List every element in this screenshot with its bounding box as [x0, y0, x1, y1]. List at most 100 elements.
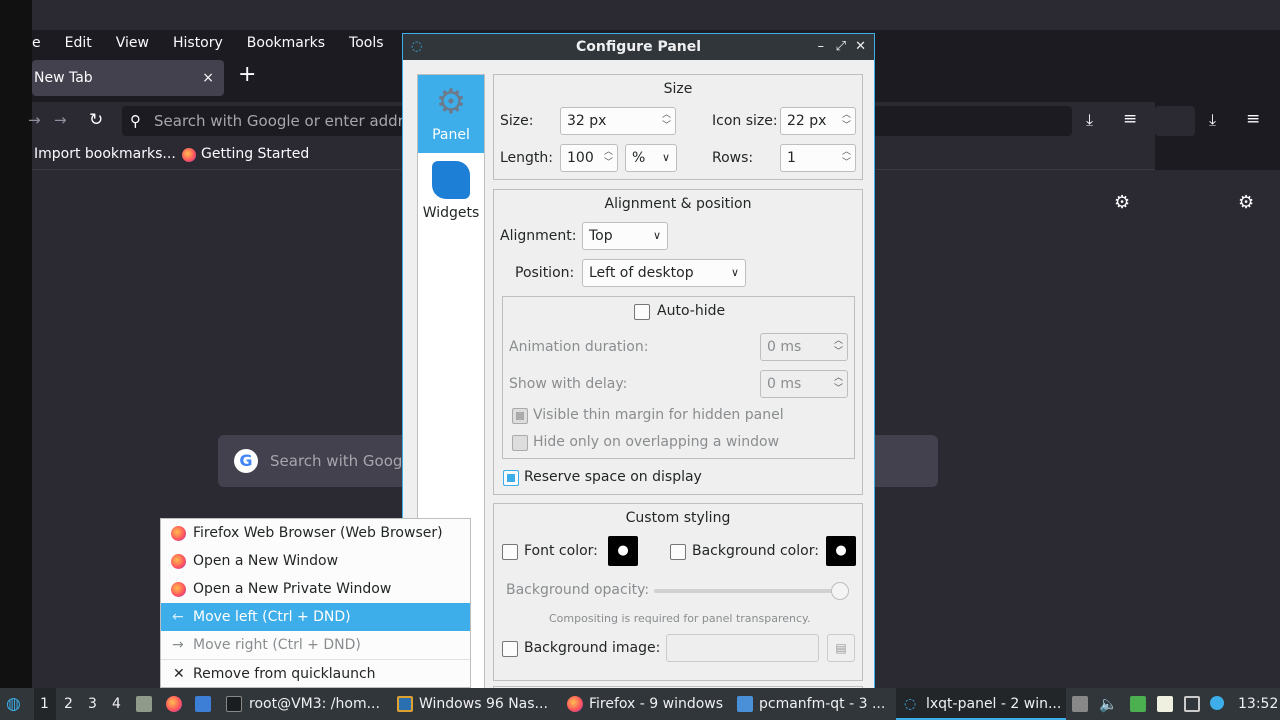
menu-tools[interactable]: Tools	[337, 30, 396, 56]
lxqt-logo-icon[interactable]: ◍	[6, 688, 21, 720]
spin-arrows-icon[interactable]: ︿ ﹀	[842, 147, 851, 169]
spin-arrows-icon[interactable]: ︿ ﹀	[604, 147, 613, 169]
menu-edit[interactable]: Edit	[53, 30, 104, 56]
quicklaunch-context-menu: Firefox Web Browser (Web Browser) Open a…	[160, 518, 471, 688]
compositing-note: Compositing is required for panel transp…	[549, 612, 811, 625]
length-unit-combo[interactable]: % ∨	[625, 144, 677, 172]
alignment-combo[interactable]: Top ∨	[582, 222, 668, 250]
menu-item-label: Open a New Private Window	[193, 581, 392, 597]
minimize-icon[interactable]: –	[818, 34, 825, 60]
menu-item-new-private-window[interactable]: Open a New Private Window	[161, 575, 470, 603]
task-pcmanfm[interactable]: pcmanfm-qt - 3 ...	[759, 688, 885, 720]
notification-icon[interactable]	[1210, 696, 1224, 710]
spin-arrows-icon[interactable]: ︿ ﹀	[834, 373, 843, 395]
back-arrow-icon[interactable]: →	[28, 111, 41, 129]
firefox-icon	[171, 582, 186, 597]
newtab-search-placeholder: Search with Googl	[270, 452, 407, 470]
folder-browse-icon[interactable]: ▤	[827, 634, 855, 662]
font-color-dropper-icon[interactable]: ●	[608, 536, 638, 566]
desktop-switch-3[interactable]: 3	[88, 688, 97, 720]
tab-close-button[interactable]: ×	[202, 60, 214, 96]
folder-icon	[737, 696, 753, 712]
bookmark-import[interactable]: Import bookmarks...	[34, 146, 176, 162]
green-app-icon[interactable]	[1130, 696, 1146, 712]
show-delay-spinbox[interactable]: 0 ms ︿ ﹀	[760, 370, 848, 398]
menu-item-label: Remove from quicklaunch	[193, 666, 376, 682]
reload-icon[interactable]: ↻	[89, 110, 103, 130]
thin-margin-label: Visible thin margin for hidden panel	[533, 407, 784, 423]
position-combo[interactable]: Left of desktop ∨	[582, 259, 746, 287]
task-firefox[interactable]: Firefox - 9 windows	[589, 688, 723, 720]
task-lxqt-panel[interactable]: lxqt-panel - 2 win...	[926, 688, 1061, 720]
task-windows96[interactable]: Windows 96 Nas...	[419, 688, 548, 720]
menu-item-label: Open a New Window	[193, 553, 339, 569]
download-icon[interactable]: ⤓	[1209, 110, 1216, 130]
icon-size-spinbox[interactable]: 22 px ︿ ﹀	[780, 107, 856, 135]
desktop-switch-1[interactable]: 1	[40, 688, 49, 720]
menu-history[interactable]: History	[161, 30, 235, 56]
menu-item-firefox[interactable]: Firefox Web Browser (Web Browser)	[161, 519, 470, 547]
icon-size-label: Icon size:	[712, 113, 778, 129]
length-spinbox[interactable]: 100 ︿ ﹀	[560, 144, 618, 172]
network-icon[interactable]	[1184, 696, 1200, 712]
bg-image-field[interactable]	[666, 634, 819, 662]
arrow-left-icon: ←	[172, 609, 184, 625]
autohide-checkbox[interactable]	[634, 304, 650, 320]
length-unit-value: %	[632, 150, 646, 166]
menu-file[interactable]: e	[32, 30, 53, 56]
url-placeholder: Search with Google or enter addre	[154, 112, 413, 130]
desktop-icon[interactable]	[195, 696, 211, 712]
autohide-label[interactable]: Auto-hide	[657, 303, 725, 319]
firefox-icon[interactable]	[166, 696, 182, 712]
opacity-slider-track[interactable]	[654, 589, 846, 593]
close-icon[interactable]: ✕	[855, 34, 866, 60]
gear-icon[interactable]: ⚙	[1238, 192, 1254, 213]
bg-color-checkbox[interactable]	[670, 544, 686, 560]
menu-item-move-left[interactable]: ← Move left (Ctrl + DND)	[161, 603, 470, 631]
bg-image-checkbox[interactable]	[502, 641, 518, 657]
notes-icon[interactable]	[1157, 696, 1173, 712]
sidebar-item-panel[interactable]: ⚙ Panel	[418, 75, 484, 153]
menu-view[interactable]: View	[104, 30, 161, 56]
volume-icon[interactable]: 🔈	[1099, 688, 1118, 720]
bookmark-getting-started[interactable]: Getting Started	[201, 146, 309, 162]
clock[interactable]: 13:52	[1238, 688, 1278, 720]
new-tab-button[interactable]: +	[238, 62, 256, 87]
file-manager-icon[interactable]	[136, 696, 152, 712]
menu-item-new-window[interactable]: Open a New Window	[161, 547, 470, 575]
lxqt-logo-icon: ◌	[411, 39, 423, 54]
size-spinbox[interactable]: 32 px ︿ ﹀	[560, 107, 676, 135]
font-color-checkbox[interactable]	[502, 544, 518, 560]
second-firefox-window: ⤓ ≡	[1155, 30, 1280, 170]
menu-item-move-right[interactable]: → Move right (Ctrl + DND)	[161, 631, 470, 659]
gear-icon[interactable]: ⚙	[1114, 192, 1130, 213]
hamburger-menu-icon[interactable]: ≡	[1123, 109, 1137, 129]
overlap-checkbox[interactable]	[512, 435, 528, 451]
spin-arrows-icon[interactable]: ︿ ﹀	[842, 110, 851, 132]
desktop-switch-2[interactable]: 2	[64, 688, 73, 720]
bg-color-label[interactable]: Background color:	[692, 543, 819, 559]
task-terminal[interactable]: root@VM3: /hom...	[249, 688, 380, 720]
lxqt-panel: ◍ 1 2 3 4 root@VM3: /hom... Windows 96 N…	[0, 688, 1280, 720]
desktop-switch-4[interactable]: 4	[112, 688, 121, 720]
clipboard-icon[interactable]	[1072, 696, 1088, 712]
bg-image-label[interactable]: Background image:	[524, 640, 660, 656]
opacity-slider-handle[interactable]	[831, 582, 849, 600]
spin-arrows-icon[interactable]: ︿ ﹀	[662, 110, 671, 132]
spin-arrows-icon[interactable]: ︿ ﹀	[834, 336, 843, 358]
tab-new-tab[interactable]: New Tab ×	[32, 60, 224, 96]
menu-item-remove[interactable]: ✕ Remove from quicklaunch	[161, 660, 470, 688]
sidebar-item-widgets[interactable]: Widgets	[418, 153, 484, 231]
thin-margin-checkbox[interactable]	[512, 408, 528, 424]
animation-duration-spinbox[interactable]: 0 ms ︿ ﹀	[760, 333, 848, 361]
forward-arrow-icon[interactable]: →	[54, 111, 67, 129]
font-color-label[interactable]: Font color:	[524, 543, 598, 559]
reserve-space-label[interactable]: Reserve space on display	[524, 469, 702, 485]
reserve-space-checkbox[interactable]	[503, 470, 519, 486]
menu-bookmarks[interactable]: Bookmarks	[235, 30, 337, 56]
maximize-icon[interactable]: ⤢	[836, 34, 846, 60]
hamburger-menu-icon[interactable]: ≡	[1246, 109, 1260, 129]
bg-color-dropper-icon[interactable]: ●	[826, 536, 856, 566]
rows-spinbox[interactable]: 1 ︿ ﹀	[780, 144, 856, 172]
download-icon[interactable]: ⤓	[1086, 110, 1093, 130]
